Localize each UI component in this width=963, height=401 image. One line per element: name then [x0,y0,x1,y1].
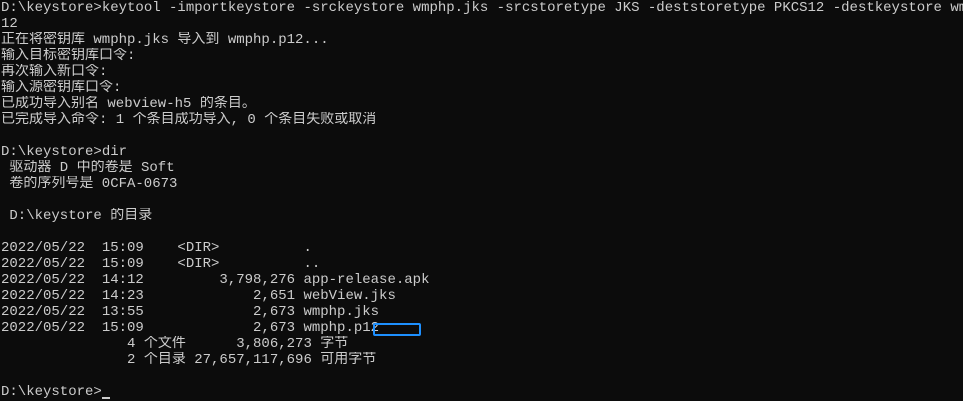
directory-entry: 2022/05/22 13:55 2,673 wmphp.jks [1,304,380,320]
command-prompt: D:\keystore> [1,384,102,400]
directory-entry: 2022/05/22 14:23 2,651 webView.jks [1,288,396,304]
terminal-line: 输入目标密钥库口令: [1,48,136,64]
terminal-line: 输入源密钥库口令: [1,80,122,96]
terminal-line: 驱动器 D 中的卷是 Soft [1,160,175,176]
terminal-window[interactable]: D:\keystore>keytool -importkeystore -src… [0,0,963,401]
terminal-line: 卷的序列号是 0CFA-0673 [1,176,178,192]
summary-line: 2 个目录 27,657,117,696 可用字节 [1,352,377,368]
terminal-line: D:\keystore 的目录 [1,208,153,224]
terminal-line: D:\keystore>dir [1,144,128,160]
directory-entry: 2022/05/22 14:12 3,798,276 app-release.a… [1,272,430,288]
directory-entry: 2022/05/22 15:09 <DIR> . [1,240,312,256]
summary-line: 4 个文件 3,806,273 字节 [1,336,349,352]
prompt-line[interactable]: D:\keystore> [0,384,963,400]
terminal-line: 再次输入新口令: [1,64,108,80]
terminal-line: 正在将密钥库 wmphp.jks 导入到 wmphp.p12... [1,32,329,48]
terminal-line: D:\keystore>keytool -importkeystore -src… [1,0,963,16]
terminal-line: 已完成导入命令: 1 个条目成功导入, 0 个条目失败或取消 [1,112,377,128]
text-cursor [101,397,110,399]
directory-entry: 2022/05/22 15:09 2,673 wmphp.p12 [1,320,380,336]
terminal-line: 已成功导入别名 webview-h5 的条目。 [1,96,256,112]
highlight-annotation-box [373,323,421,336]
terminal-line: 12 [1,16,18,32]
directory-entry: 2022/05/22 15:09 <DIR> .. [1,256,321,272]
